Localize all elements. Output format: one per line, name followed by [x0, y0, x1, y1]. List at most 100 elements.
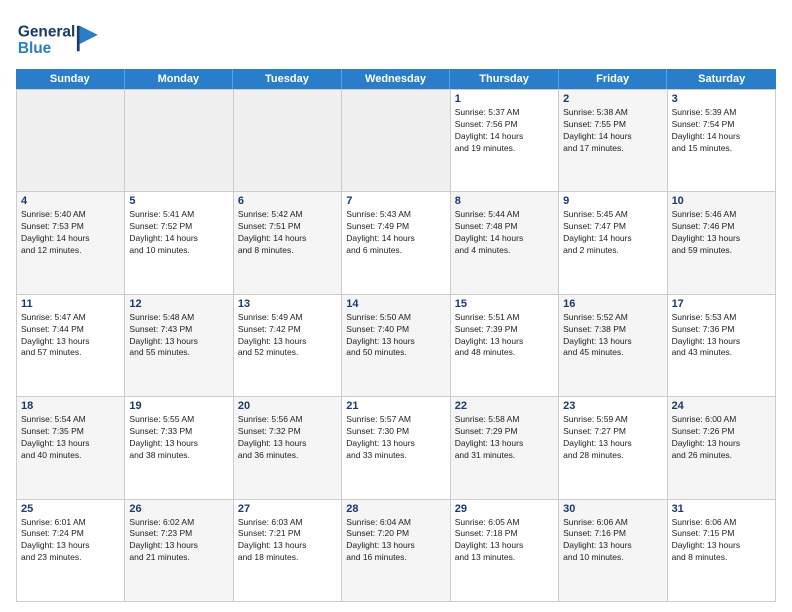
cell-detail: Sunrise: 6:03 AM Sunset: 7:21 PM Dayligh…: [238, 517, 337, 565]
cell-detail: Sunrise: 5:42 AM Sunset: 7:51 PM Dayligh…: [238, 209, 337, 257]
day-number: 28: [346, 503, 445, 515]
cell-detail: Sunrise: 6:02 AM Sunset: 7:23 PM Dayligh…: [129, 517, 228, 565]
cell-detail: Sunrise: 5:51 AM Sunset: 7:39 PM Dayligh…: [455, 312, 554, 360]
cell-detail: Sunrise: 6:06 AM Sunset: 7:15 PM Dayligh…: [672, 517, 771, 565]
cal-cell: [17, 90, 125, 192]
cell-detail: Sunrise: 6:06 AM Sunset: 7:16 PM Dayligh…: [563, 517, 662, 565]
cal-cell: 31 Sunrise: 6:06 AM Sunset: 7:15 PM Dayli…: [668, 500, 776, 602]
cal-cell: 4 Sunrise: 5:40 AM Sunset: 7:53 PM Daylig…: [17, 192, 125, 294]
cell-detail: Sunrise: 5:52 AM Sunset: 7:38 PM Dayligh…: [563, 312, 662, 360]
cal-cell: 19 Sunrise: 5:55 AM Sunset: 7:33 PM Dayli…: [125, 397, 233, 499]
cal-cell: 13Sunrise: 5:49 AM Sunset: 7:42 PM Dayli…: [234, 295, 342, 397]
cell-detail: Sunrise: 5:43 AM Sunset: 7:49 PM Dayligh…: [346, 209, 445, 257]
cal-cell: 15 Sunrise: 5:51 AM Sunset: 7:39 PM Dayli…: [451, 295, 559, 397]
day-number: 19: [129, 400, 228, 412]
cal-cell: [125, 90, 233, 192]
cal-cell: 23Sunrise: 5:59 AM Sunset: 7:27 PM Dayli…: [559, 397, 667, 499]
cal-cell: 28 Sunrise: 6:04 AM Sunset: 7:20 PM Dayli…: [342, 500, 450, 602]
cell-detail: Sunrise: 5:53 AM Sunset: 7:36 PM Dayligh…: [672, 312, 771, 360]
day-number: 22: [455, 400, 554, 412]
day-number: 8: [455, 195, 554, 207]
logo: General Blue: [16, 16, 116, 61]
cal-cell: 9Sunrise: 5:45 AM Sunset: 7:47 PM Daylig…: [559, 192, 667, 294]
header: General Blue: [16, 16, 776, 61]
weekday-header-wednesday: Wednesday: [342, 69, 451, 89]
weekday-header-saturday: Saturday: [667, 69, 776, 89]
cell-detail: Sunrise: 5:39 AM Sunset: 7:54 PM Dayligh…: [672, 107, 771, 155]
day-number: 2: [563, 93, 662, 105]
day-number: 21: [346, 400, 445, 412]
calendar-header: SundayMondayTuesdayWednesdayThursdayFrid…: [16, 69, 776, 89]
cal-cell: 26 Sunrise: 6:02 AM Sunset: 7:23 PM Dayli…: [125, 500, 233, 602]
cal-cell: 29 Sunrise: 6:05 AM Sunset: 7:18 PM Dayli…: [451, 500, 559, 602]
cal-cell: 10 Sunrise: 5:46 AM Sunset: 7:46 PM Dayli…: [668, 192, 776, 294]
day-number: 4: [21, 195, 120, 207]
day-number: 14: [346, 298, 445, 310]
cell-detail: Sunrise: 6:04 AM Sunset: 7:20 PM Dayligh…: [346, 517, 445, 565]
cell-detail: Sunrise: 6:00 AM Sunset: 7:26 PM Dayligh…: [672, 414, 771, 462]
cal-cell: 6 Sunrise: 5:42 AM Sunset: 7:51 PM Daylig…: [234, 192, 342, 294]
day-number: 11: [21, 298, 120, 310]
cal-cell: [342, 90, 450, 192]
day-number: 10: [672, 195, 771, 207]
day-number: 13: [238, 298, 337, 310]
cal-cell: 25 Sunrise: 6:01 AM Sunset: 7:24 PM Dayli…: [17, 500, 125, 602]
cal-cell: 16 Sunrise: 5:52 AM Sunset: 7:38 PM Dayli…: [559, 295, 667, 397]
cell-detail: Sunrise: 6:05 AM Sunset: 7:18 PM Dayligh…: [455, 517, 554, 565]
cell-detail: Sunrise: 5:45 AM Sunset: 7:47 PM Dayligh…: [563, 209, 662, 257]
day-number: 31: [672, 503, 771, 515]
cell-detail: Sunrise: 5:54 AM Sunset: 7:35 PM Dayligh…: [21, 414, 120, 462]
day-number: 16: [563, 298, 662, 310]
cell-detail: Sunrise: 5:38 AM Sunset: 7:55 PM Dayligh…: [563, 107, 662, 155]
cal-cell: 22 Sunrise: 5:58 AM Sunset: 7:29 PM Dayli…: [451, 397, 559, 499]
day-number: 25: [21, 503, 120, 515]
day-number: 27: [238, 503, 337, 515]
day-number: 26: [129, 503, 228, 515]
day-number: 30: [563, 503, 662, 515]
cell-detail: Sunrise: 5:44 AM Sunset: 7:48 PM Dayligh…: [455, 209, 554, 257]
cal-cell: 30 Sunrise: 6:06 AM Sunset: 7:16 PM Dayli…: [559, 500, 667, 602]
page: General Blue SundayMondayTuesdayWednesda…: [0, 0, 792, 612]
cal-cell: 24 Sunrise: 6:00 AM Sunset: 7:26 PM Dayli…: [668, 397, 776, 499]
day-number: 6: [238, 195, 337, 207]
cal-cell: [234, 90, 342, 192]
day-number: 20: [238, 400, 337, 412]
weekday-header-thursday: Thursday: [450, 69, 559, 89]
cell-detail: Sunrise: 5:37 AM Sunset: 7:56 PM Dayligh…: [455, 107, 554, 155]
svg-text:General: General: [18, 24, 75, 41]
day-number: 12: [129, 298, 228, 310]
cell-detail: Sunrise: 5:57 AM Sunset: 7:30 PM Dayligh…: [346, 414, 445, 462]
weekday-header-friday: Friday: [559, 69, 668, 89]
cal-cell: 1 Sunrise: 5:37 AM Sunset: 7:56 PM Daylig…: [451, 90, 559, 192]
cell-detail: Sunrise: 5:58 AM Sunset: 7:29 PM Dayligh…: [455, 414, 554, 462]
cal-cell: 8 Sunrise: 5:44 AM Sunset: 7:48 PM Daylig…: [451, 192, 559, 294]
cell-detail: Sunrise: 5:40 AM Sunset: 7:53 PM Dayligh…: [21, 209, 120, 257]
calendar: SundayMondayTuesdayWednesdayThursdayFrid…: [16, 69, 776, 602]
cell-detail: Sunrise: 5:59 AM Sunset: 7:27 PM Dayligh…: [563, 414, 662, 462]
day-number: 3: [672, 93, 771, 105]
cal-cell: 3 Sunrise: 5:39 AM Sunset: 7:54 PM Daylig…: [668, 90, 776, 192]
logo-svg: General Blue: [16, 16, 116, 61]
day-number: 29: [455, 503, 554, 515]
svg-text:Blue: Blue: [18, 40, 52, 57]
calendar-body: 1 Sunrise: 5:37 AM Sunset: 7:56 PM Daylig…: [16, 89, 776, 602]
cal-cell: 17Sunrise: 5:53 AM Sunset: 7:36 PM Dayli…: [668, 295, 776, 397]
cell-detail: Sunrise: 5:55 AM Sunset: 7:33 PM Dayligh…: [129, 414, 228, 462]
day-number: 7: [346, 195, 445, 207]
day-number: 15: [455, 298, 554, 310]
weekday-header-monday: Monday: [125, 69, 234, 89]
cell-detail: Sunrise: 5:50 AM Sunset: 7:40 PM Dayligh…: [346, 312, 445, 360]
cal-cell: 27 Sunrise: 6:03 AM Sunset: 7:21 PM Dayli…: [234, 500, 342, 602]
day-number: 1: [455, 93, 554, 105]
cal-cell: 21 Sunrise: 5:57 AM Sunset: 7:30 PM Dayli…: [342, 397, 450, 499]
day-number: 24: [672, 400, 771, 412]
cell-detail: Sunrise: 5:46 AM Sunset: 7:46 PM Dayligh…: [672, 209, 771, 257]
cal-cell: 7 Sunrise: 5:43 AM Sunset: 7:49 PM Daylig…: [342, 192, 450, 294]
cal-cell: 11Sunrise: 5:47 AM Sunset: 7:44 PM Dayli…: [17, 295, 125, 397]
cal-cell: 2 Sunrise: 5:38 AM Sunset: 7:55 PM Daylig…: [559, 90, 667, 192]
cell-detail: Sunrise: 6:01 AM Sunset: 7:24 PM Dayligh…: [21, 517, 120, 565]
cal-cell: 5Sunrise: 5:41 AM Sunset: 7:52 PM Daylig…: [125, 192, 233, 294]
cell-detail: Sunrise: 5:41 AM Sunset: 7:52 PM Dayligh…: [129, 209, 228, 257]
cell-detail: Sunrise: 5:48 AM Sunset: 7:43 PM Dayligh…: [129, 312, 228, 360]
cal-cell: 18Sunrise: 5:54 AM Sunset: 7:35 PM Dayli…: [17, 397, 125, 499]
